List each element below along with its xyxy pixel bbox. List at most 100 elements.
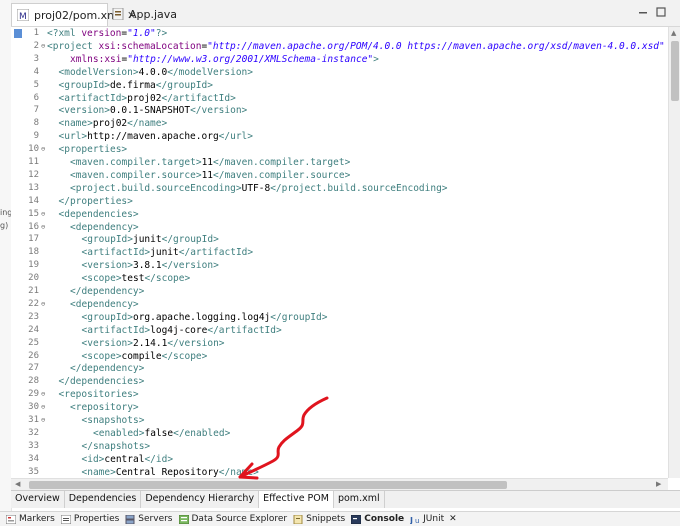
code-line[interactable]: 6 <artifactId>proj02</artifactId>	[11, 92, 668, 105]
code-line[interactable]: 2 ⊖ <project xsi:schemaLocation="http://ma…	[11, 40, 668, 53]
tab-dependencies[interactable]: Dependencies	[65, 491, 142, 508]
view-tab-servers[interactable]: Servers	[125, 514, 173, 524]
code-token: <dependencies>	[58, 208, 139, 220]
code-token: central	[104, 453, 145, 465]
code-text: <?xml version="1.0"?>	[47, 27, 167, 40]
vertical-scroll-thumb[interactable]	[671, 41, 679, 101]
code-line[interactable]: 22 ⊖ <dependency>	[11, 298, 668, 311]
code-line[interactable]: 27 </dependency>	[11, 362, 668, 375]
code-line[interactable]: 11 <maven.compiler.target>11</maven.compi…	[11, 156, 668, 169]
fold-toggle-icon[interactable]: ⊖	[41, 221, 45, 234]
code-line[interactable]: 29 ⊖ <repositories>	[11, 388, 668, 401]
code-line[interactable]: 14 </properties>	[11, 195, 668, 208]
line-number: 35	[28, 466, 39, 477]
code-token: <scope>	[81, 273, 122, 285]
fold-toggle-icon[interactable]: ⊖	[41, 388, 45, 401]
line-number: 20	[28, 273, 39, 284]
code-token: <groupId>	[58, 79, 110, 91]
code-line[interactable]: 35 <name>Central Repository</name>	[11, 466, 668, 478]
view-tab-markers[interactable]: Markers	[5, 514, 55, 524]
tab-pom-xml[interactable]: M proj02/pom.xml ✕	[11, 3, 136, 26]
tab-app-java[interactable]: App.java	[107, 3, 177, 25]
code-token: <name>	[81, 466, 116, 478]
code-text: <project xsi:schemaLocation="http://mave…	[47, 40, 668, 53]
view-tab-data-source-explorer[interactable]: Data Source Explorer	[178, 514, 287, 524]
line-number: 30	[28, 402, 39, 413]
maximize-icon[interactable]	[656, 7, 666, 17]
code-line[interactable]: 20 <scope>test</scope>	[11, 272, 668, 285]
fold-toggle-icon[interactable]: ⊖	[41, 208, 45, 221]
minimize-icon[interactable]	[638, 7, 648, 17]
tab-dependency-hierarchy[interactable]: Dependency Hierarchy	[141, 491, 260, 508]
xml-editor[interactable]: 1 <?xml version="1.0"?> 2 ⊖ <project xsi:sch…	[11, 27, 668, 478]
view-tab-snippets[interactable]: Snippets	[293, 514, 345, 524]
code-token: <artifactId>	[81, 247, 151, 259]
code-line[interactable]: 23 <groupId>org.apache.logging.log4j</gro…	[11, 311, 668, 324]
code-line[interactable]: 21 </dependency>	[11, 285, 668, 298]
line-number: 21	[28, 286, 39, 296]
scroll-right-icon[interactable]: ▶	[656, 480, 661, 488]
tab-pom-xml[interactable]: pom.xml	[334, 491, 385, 508]
code-line[interactable]: 30 ⊖ <repository>	[11, 401, 668, 414]
code-line[interactable]: 28 </dependencies>	[11, 375, 668, 388]
fold-toggle-icon[interactable]: ⊖	[41, 401, 45, 414]
code-token: 11	[201, 169, 214, 181]
console-icon	[350, 514, 362, 524]
code-token: <artifactId>	[58, 92, 128, 104]
code-line[interactable]: 31 ⊖ <snapshots>	[11, 414, 668, 427]
view-tab-label: Snippets	[306, 514, 346, 524]
vertical-scrollbar[interactable]: ▲	[668, 27, 680, 478]
code-line[interactable]: 10 ⊖ <properties>	[11, 143, 668, 156]
fold-toggle-icon[interactable]: ⊖	[41, 414, 45, 427]
horizontal-scroll-thumb[interactable]	[29, 481, 507, 489]
code-line[interactable]: 34 <id>central</id>	[11, 453, 668, 466]
view-tab-properties[interactable]: Properties	[60, 514, 119, 524]
code-token: "http://maven.apache.org/POM/4.0.0 https…	[207, 40, 665, 52]
line-number: 16	[28, 221, 39, 232]
scroll-left-icon[interactable]: ◀	[15, 480, 20, 488]
code-line[interactable]: 15 ⊖ <dependencies>	[11, 208, 668, 221]
code-line[interactable]: 8 <name>proj02</name>	[11, 117, 668, 130]
code-text: <repositories>	[59, 388, 139, 401]
scroll-up-icon[interactable]: ▲	[671, 29, 676, 37]
code-line[interactable]: 4 <modelVersion>4.0.0</modelVersion>	[11, 66, 668, 79]
code-line[interactable]: 5 <groupId>de.firma</groupId>	[11, 79, 668, 92]
code-line[interactable]: 16 ⊖ <dependency>	[11, 221, 668, 234]
code-line[interactable]: 9 <url>http://maven.apache.org</url>	[11, 130, 668, 143]
code-token: <repository>	[70, 402, 139, 414]
tab-overview[interactable]: Overview	[11, 491, 65, 508]
code-line[interactable]: 13 <project.build.sourceEncoding>UTF-8</p…	[11, 182, 668, 195]
code-line[interactable]: 12 <maven.compiler.source>11</maven.compi…	[11, 169, 668, 182]
code-line[interactable]: 17 <groupId>junit</groupId>	[11, 233, 668, 246]
code-token: </artifactId>	[178, 247, 254, 259]
code-line[interactable]: 33 </snapshots>	[11, 440, 668, 453]
code-token: http://maven.apache.org	[87, 131, 219, 143]
close-icon[interactable]: ✕	[449, 514, 457, 524]
code-line[interactable]: 19 <version>3.8.1</version>	[11, 259, 668, 272]
code-line[interactable]: 25 <version>2.14.1</version>	[11, 337, 668, 350]
fold-toggle-icon[interactable]: ⊖	[41, 143, 45, 156]
code-line[interactable]: 3 xmlns:xsi="http://www.w3.org/2001/XMLSc…	[11, 53, 668, 66]
line-number: 11	[28, 157, 39, 167]
code-line[interactable]: 24 <artifactId>log4j-core</artifactId>	[11, 324, 668, 337]
code-line[interactable]: 7 <version>0.0.1-SNAPSHOT</version>	[11, 104, 668, 117]
code-token: <properties>	[58, 144, 128, 156]
code-token: </name>	[127, 118, 168, 130]
code-text: xmlns:xsi="http://www.w3.org/2001/XMLSch…	[70, 53, 379, 66]
fold-toggle-icon[interactable]: ⊖	[41, 298, 45, 311]
code-line[interactable]: 1 <?xml version="1.0"?>	[11, 27, 668, 40]
code-token: <repositories>	[58, 389, 139, 401]
code-line[interactable]: 32 <enabled>false</enabled>	[11, 427, 668, 440]
code-token: >	[373, 53, 379, 65]
code-line[interactable]: 18 <artifactId>junit</artifactId>	[11, 246, 668, 259]
code-token: proj02	[92, 118, 128, 130]
tab-effective-pom[interactable]: Effective POM	[259, 491, 334, 508]
code-token: false	[144, 427, 174, 439]
code-text: <name>Central Repository</name>	[82, 466, 259, 478]
view-tab-junit[interactable]: Ju JUnit ✕	[409, 514, 457, 525]
view-tab-console[interactable]: Console	[350, 514, 404, 524]
fold-toggle-icon[interactable]: ⊖	[41, 40, 45, 53]
code-token: junit	[150, 247, 179, 259]
code-line[interactable]: 26 <scope>compile</scope>	[11, 350, 668, 363]
code-token: </dependencies>	[58, 376, 145, 388]
